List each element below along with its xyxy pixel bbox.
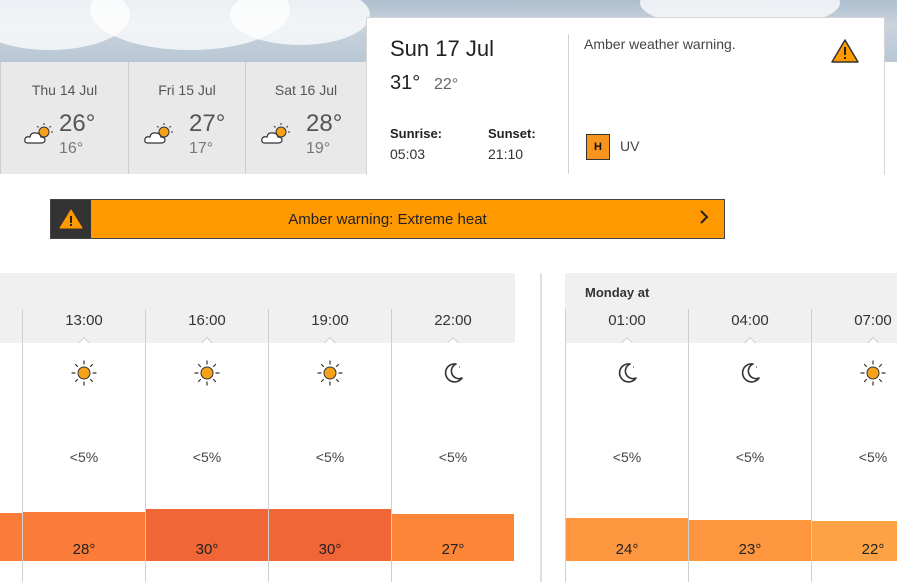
selected-day-date: Sun 17 Jul	[390, 36, 494, 61]
sunny-intervals-icon	[260, 122, 294, 151]
section-separator	[540, 273, 542, 582]
panel-divider	[568, 34, 569, 174]
warning-bar-text: Amber warning: Extreme heat	[288, 210, 487, 228]
day-tab-low: 19°	[306, 140, 331, 157]
hour-column[interactable]: 01:00 <5% 24°	[565, 309, 688, 582]
moon-icon	[613, 359, 641, 392]
precipitation-chance: <5%	[438, 449, 468, 465]
temperature-bar: 30°	[269, 509, 391, 561]
hour-column[interactable]: 07:00 <5% 22°	[811, 309, 897, 582]
precipitation-chance: <5%	[192, 449, 222, 465]
day-tab-thu[interactable]: Thu 14 Jul 26° 16°	[0, 62, 128, 174]
weather-page: Thu 14 Jul 26° 16° Fri 15 Jul 27° 17° Sa…	[0, 0, 897, 582]
moon-icon	[736, 359, 764, 392]
day-tabs: Thu 14 Jul 26° 16° Fri 15 Jul 27° 17° Sa…	[0, 62, 366, 174]
hour-time: 04:00	[731, 312, 769, 329]
sunrise-label: Sunrise:	[390, 126, 443, 141]
day-tab-sat[interactable]: Sat 16 Jul 28° 19°	[245, 62, 366, 174]
sunny-intervals-icon	[23, 122, 57, 151]
hour-time: 01:00	[608, 312, 646, 329]
precipitation-chance: <5%	[69, 449, 99, 465]
day-tab-high: 26°	[59, 110, 96, 137]
hour-time: 16:00	[188, 312, 226, 329]
day-tab-date: Thu 14 Jul	[31, 82, 98, 98]
hour-time: 22:00	[434, 312, 472, 329]
day-tab-fri[interactable]: Fri 15 Jul 27° 17°	[128, 62, 245, 174]
amber-warning-bar[interactable]: Amber warning: Extreme heat	[50, 199, 725, 239]
sun-icon	[859, 359, 887, 392]
precipitation-chance: <5%	[612, 449, 642, 465]
selected-day-high: 31°	[390, 72, 421, 94]
hour-body: <5% 30°	[269, 343, 391, 582]
day-tab-low: 16°	[59, 140, 84, 157]
hour-body: <5% 22°	[812, 343, 897, 582]
hour-body: <5% 27°	[392, 343, 514, 582]
hour-column[interactable]: 22:00 <5% 27°	[391, 309, 514, 582]
temperature-bar: 23°	[689, 519, 811, 561]
hour-time: 07:00	[854, 312, 892, 329]
selected-day-low: 22°	[434, 76, 459, 93]
warning-summary[interactable]: Amber weather warning.	[584, 36, 736, 52]
hour-body: <5% 28°	[23, 343, 145, 582]
day-tab-low: 17°	[189, 140, 214, 157]
sunny-intervals-icon	[143, 122, 177, 151]
uv-label: UV	[620, 138, 640, 154]
sun-icon	[316, 359, 344, 392]
moon-icon	[439, 359, 467, 392]
day-tab-date: Fri 15 Jul	[158, 82, 216, 98]
hour-column[interactable]: 04:00 <5% 23°	[688, 309, 811, 582]
sun-icon	[193, 359, 221, 392]
day-tab-high: 28°	[306, 110, 343, 137]
precipitation-chance: <5%	[735, 449, 765, 465]
sunrise-time: 05:03	[390, 146, 426, 162]
temperature-bar: 22°	[812, 521, 897, 561]
hour-body: <5% 30°	[146, 343, 268, 582]
warning-triangle-icon	[830, 38, 860, 69]
precipitation-chance: <5%	[858, 449, 888, 465]
hour-column[interactable]: 16:00 <5% 30°	[145, 309, 268, 582]
hour-time: 13:00	[65, 312, 103, 329]
sun-icon	[70, 359, 98, 392]
temperature-bar: 30°	[146, 509, 268, 561]
hour-column[interactable]: 13:00 <5% 28°	[22, 309, 145, 582]
temperature-bar: 24°	[566, 518, 688, 561]
warning-triangle-icon	[51, 200, 91, 238]
day-tab-date: Sat 16 Jul	[274, 82, 338, 98]
hour-column[interactable]: 19:00 <5% 30°	[268, 309, 391, 582]
precipitation-chance: <5%	[315, 449, 345, 465]
temperature-bar: 27°	[392, 513, 514, 561]
hour-body: <5% 24°	[566, 343, 688, 582]
sunset-label: Sunset:	[488, 126, 536, 141]
hour-time: 19:00	[311, 312, 349, 329]
chevron-right-icon	[684, 209, 724, 229]
temperature-bar: 28°	[23, 512, 145, 561]
monday-label: Monday at	[585, 285, 650, 300]
day-tab-high: 27°	[189, 110, 226, 137]
hour-body: <5% 23°	[689, 343, 811, 582]
hour-column-partial	[0, 309, 22, 582]
uv-badge: H	[586, 134, 610, 160]
sunset-time: 21:10	[488, 146, 524, 162]
selected-day-panel[interactable]: Sun 17 Jul 31° 22° Sunrise: 05:03 Sunset…	[366, 17, 885, 175]
